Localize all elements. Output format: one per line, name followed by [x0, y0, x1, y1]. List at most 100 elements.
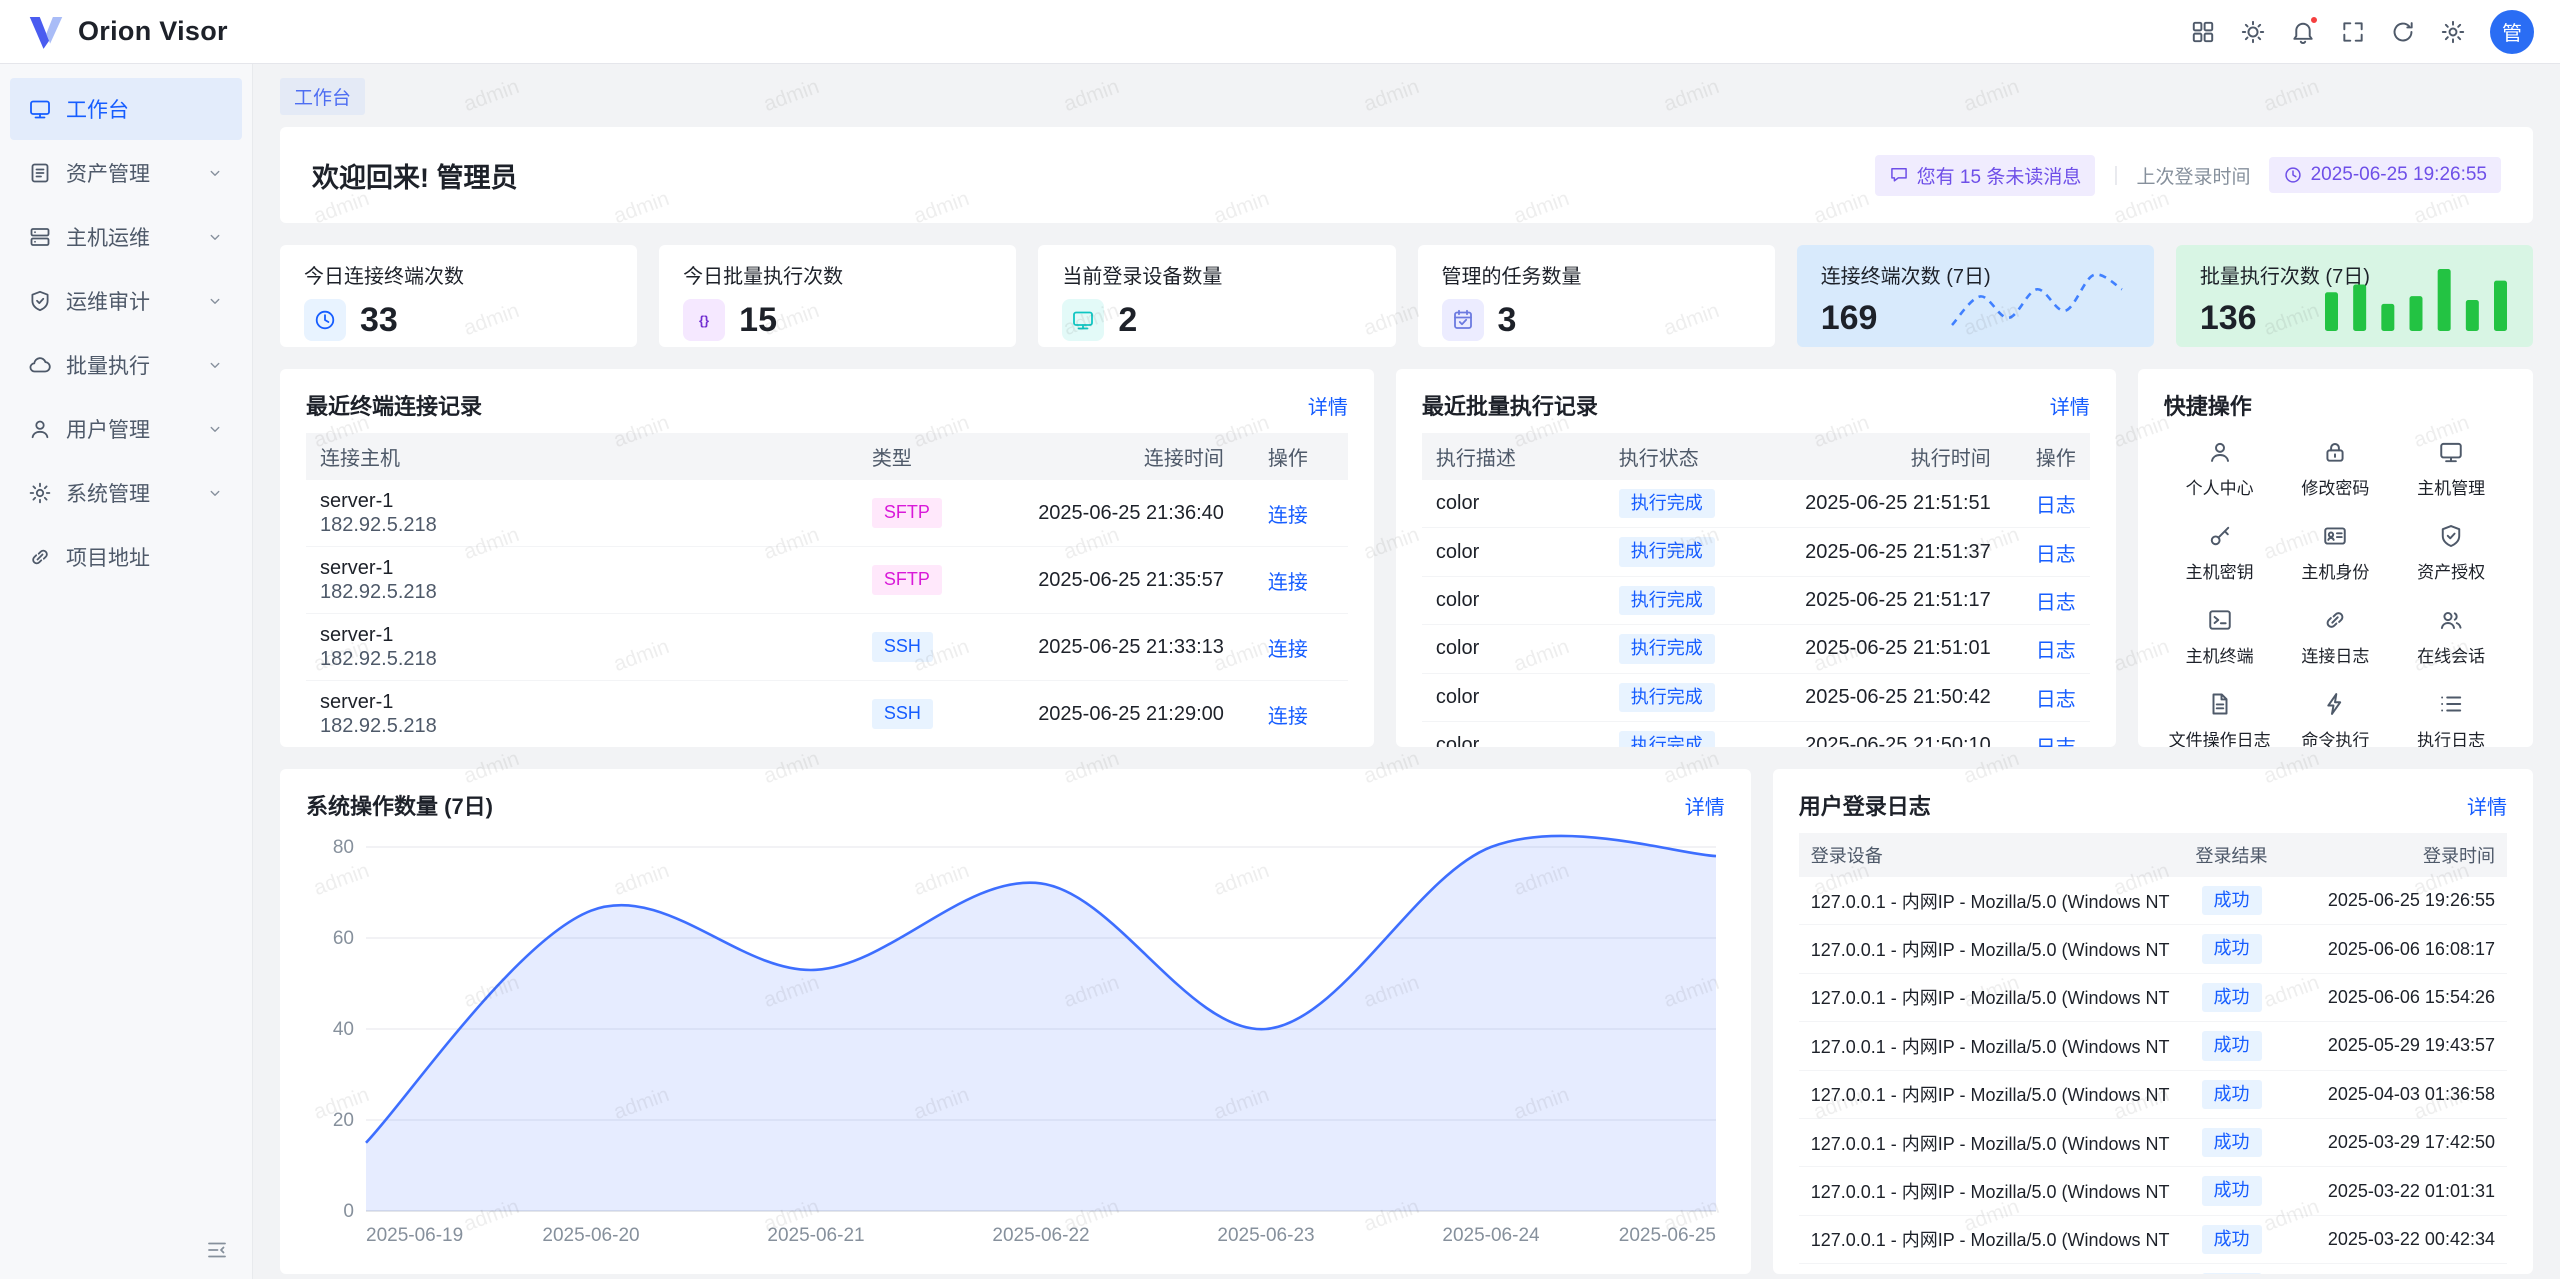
user-avatar[interactable]: 管 [2490, 10, 2534, 54]
status-cell: 执行完成 [1605, 528, 1755, 576]
host-name: server-1 [320, 489, 844, 513]
sidebar-item-system[interactable]: 系统管理 [10, 462, 242, 524]
table-header-row: 执行描述执行状态执行时间操作 [1422, 433, 2090, 480]
unread-messages-chip[interactable]: 您有 15 条未读消息 [1875, 155, 2096, 196]
sidebar-item-project[interactable]: 项目地址 [10, 526, 242, 588]
apps-icon [2190, 19, 2216, 45]
status-tag: 执行完成 [1619, 683, 1715, 712]
device-cell: 127.0.0.1 - 内网IP - Mozilla/5.0 (Windows … [1799, 973, 2174, 1021]
breadcrumb-item-workbench[interactable]: 工作台 [280, 78, 365, 115]
stat-bottom: 2 [1062, 299, 1371, 341]
sidebar-item-workbench[interactable]: 工作台 [10, 78, 242, 140]
login-logs-detail-link[interactable]: 详情 [2467, 791, 2507, 820]
host-name: server-1 [320, 556, 844, 580]
result-tag: 成功 [2202, 1273, 2262, 1274]
sidebar-collapse-button[interactable] [200, 1233, 234, 1267]
sidebar-item-label: 运维审计 [66, 286, 150, 316]
log-link[interactable]: 日志 [2036, 544, 2076, 566]
quick-action-label: 主机身份 [2301, 558, 2369, 583]
quick-action-item[interactable]: 文件操作日志 [2164, 691, 2276, 747]
stat-bottom: 3 [1442, 299, 1751, 341]
quick-action-item[interactable]: 命令执行 [2280, 691, 2392, 747]
users-icon [2438, 607, 2464, 633]
stat-value: 169 [1821, 299, 1878, 338]
action-cell: 连接 [1238, 614, 1348, 681]
svg-text:2025-06-19: 2025-06-19 [366, 1225, 463, 1246]
svg-text:2025-06-20: 2025-06-20 [542, 1225, 639, 1246]
ops-chart-detail-link[interactable]: 详情 [1685, 791, 1725, 820]
topbar-gear-button[interactable] [2432, 11, 2474, 53]
host-cell: server-1182.92.5.218 [306, 614, 858, 681]
table-row: server-1182.92.5.218SSH2025-06-25 21:29:… [306, 681, 1348, 748]
last-login-time: 2025-06-25 19:26:55 [2311, 164, 2487, 186]
connect-link[interactable]: 连接 [1268, 505, 1308, 527]
quick-action-item[interactable]: 在线会话 [2395, 607, 2507, 667]
device-cell: 127.0.0.1 - 内网IP - Mozilla/5.0 (Windows … [1799, 877, 2174, 925]
quick-action-item[interactable]: 资产授权 [2395, 523, 2507, 583]
log-link[interactable]: 日志 [2036, 495, 2076, 517]
result-cell: 成功 [2174, 973, 2289, 1021]
connect-link[interactable]: 连接 [1268, 639, 1308, 661]
quick-action-item[interactable]: 主机终端 [2164, 607, 2276, 667]
topbar-sun-button[interactable] [2232, 11, 2274, 53]
time-cell: 2025-06-25 21:51:01 [1755, 625, 2005, 673]
time-cell: 2025-06-25 21:50:10 [1755, 721, 2005, 747]
topbar-refresh-button[interactable] [2382, 11, 2424, 53]
device-cell: 127.0.0.1 - 内网IP - Mozilla/5.0 (Windows … [1799, 1022, 2174, 1070]
action-cell: 日志 [2005, 480, 2090, 528]
action-cell: 连接 [1238, 681, 1348, 748]
time-cell: 2025-06-25 21:51:17 [1755, 576, 2005, 624]
log-link[interactable]: 日志 [2036, 640, 2076, 662]
quick-action-item[interactable]: 主机身份 [2280, 523, 2392, 583]
clock-icon [2283, 165, 2303, 185]
sidebar-item-host-ops[interactable]: 主机运维 [10, 206, 242, 268]
card-title: 最近批量执行记录 [1422, 389, 1598, 421]
status-cell: 执行完成 [1605, 673, 1755, 721]
sidebar-item-audit[interactable]: 运维审计 [10, 270, 242, 332]
topbar-expand-button[interactable] [2332, 11, 2374, 53]
stat-card-managed-tasks: 管理的任务数量3 [1418, 245, 1775, 347]
sun-icon [2240, 19, 2266, 45]
time-cell: 2025-03-21 23:53:43 [2289, 1264, 2507, 1274]
sidebar-item-assets[interactable]: 资产管理 [10, 142, 242, 204]
log-link[interactable]: 日志 [2036, 689, 2076, 711]
terminal-records-detail-link[interactable]: 详情 [1308, 391, 1348, 420]
quick-action-item[interactable]: 主机管理 [2395, 439, 2507, 499]
stat-bottom: 33 [304, 299, 613, 341]
table-row: server-1182.92.5.218SFTP2025-06-25 21:35… [306, 547, 1348, 614]
quick-action-item[interactable]: 主机密钥 [2164, 523, 2276, 583]
time-cell: 2025-06-25 21:36:40 [988, 480, 1238, 547]
host-ip: 182.92.5.218 [320, 513, 844, 537]
column-header: 操作 [1238, 433, 1348, 480]
sidebar-item-users[interactable]: 用户管理 [10, 398, 242, 460]
last-login-label: 上次登录时间 [2137, 162, 2251, 189]
quick-action-item[interactable]: 连接日志 [2280, 607, 2392, 667]
quick-action-label: 主机管理 [2417, 474, 2485, 499]
batch-records-detail-link[interactable]: 详情 [2050, 391, 2090, 420]
topbar-actions: 管 [2182, 10, 2534, 54]
card-title: 快捷操作 [2164, 389, 2252, 421]
shield-icon [28, 289, 52, 313]
status-cell: 执行完成 [1605, 576, 1755, 624]
shield-icon [2438, 523, 2464, 549]
quick-action-label: 主机终端 [2186, 642, 2254, 667]
logo-icon [26, 12, 66, 52]
table-row: 127.0.0.1 - 内网IP - Mozilla/5.0 (Windows … [1799, 1264, 2507, 1274]
log-link[interactable]: 日志 [2036, 737, 2076, 747]
quick-action-item[interactable]: 修改密码 [2280, 439, 2392, 499]
time-cell: 2025-06-25 21:51:37 [1755, 528, 2005, 576]
quick-action-label: 个人中心 [2186, 474, 2254, 499]
svg-text:2025-06-23: 2025-06-23 [1217, 1225, 1314, 1246]
topbar-apps-button[interactable] [2182, 11, 2224, 53]
quick-action-item[interactable]: 个人中心 [2164, 439, 2276, 499]
connect-link[interactable]: 连接 [1268, 572, 1308, 594]
log-link[interactable]: 日志 [2036, 592, 2076, 614]
time-cell: 2025-06-06 15:54:26 [2289, 973, 2507, 1021]
connect-link[interactable]: 连接 [1268, 706, 1308, 728]
quick-action-item[interactable]: 执行日志 [2395, 691, 2507, 747]
terminal-records-table: 连接主机类型连接时间操作 server-1182.92.5.218SFTP202… [306, 433, 1348, 747]
column-header: 登录时间 [2289, 833, 2507, 877]
sidebar-item-batch[interactable]: 批量执行 [10, 334, 242, 396]
topbar-bell-button[interactable] [2282, 11, 2324, 53]
notification-badge-dot [2309, 15, 2319, 25]
